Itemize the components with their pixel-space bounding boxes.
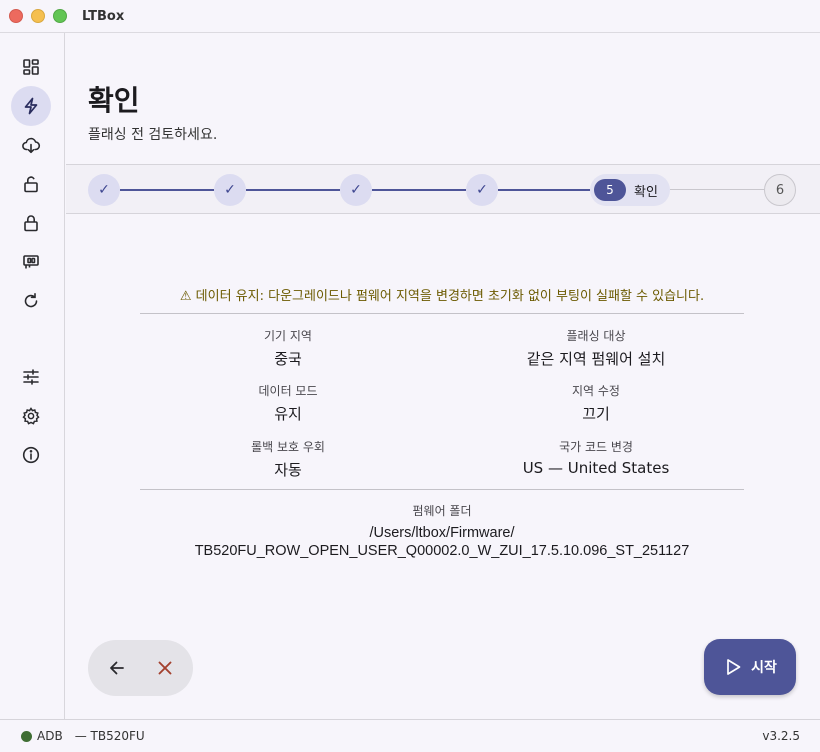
window-controls xyxy=(9,9,67,23)
region-fix-field: 지역 수정 끄기 xyxy=(446,382,746,424)
unlock-icon xyxy=(24,176,38,193)
sidebar-item-sim[interactable] xyxy=(11,242,51,282)
divider xyxy=(140,313,744,314)
field-label: 국가 코드 변경 xyxy=(559,440,633,454)
field-label: 기기 지역 xyxy=(264,329,312,343)
sidebar-item-refresh[interactable] xyxy=(11,281,51,321)
close-icon xyxy=(158,661,172,675)
play-icon xyxy=(727,659,741,675)
lock-icon xyxy=(24,215,38,232)
step-label: 확인 xyxy=(634,184,658,200)
step-4-complete[interactable]: ✓ xyxy=(466,174,498,206)
sidebar-item-unlock[interactable] xyxy=(11,164,51,204)
info-icon xyxy=(22,446,40,464)
sidebar-item-lock[interactable] xyxy=(11,203,51,243)
arrow-left-icon xyxy=(110,661,124,675)
field-label: 플래싱 대상 xyxy=(566,329,626,343)
step-connector xyxy=(246,189,340,191)
field-value: 끄기 xyxy=(582,405,610,423)
window-title: LTBox xyxy=(82,8,125,24)
firmware-path: /Users/ltbox/Firmware/ TB520FU_ROW_OPEN_… xyxy=(140,524,744,560)
divider xyxy=(140,489,744,490)
field-label: 지역 수정 xyxy=(572,384,620,398)
field-value: US — United States xyxy=(522,459,670,477)
firmware-path-line-2: TB520FU_ROW_OPEN_USER_Q00002.0_W_ZUI_17.… xyxy=(194,543,690,559)
data-mode-field: 데이터 모드 유지 xyxy=(138,382,438,424)
sidebar-item-dashboard[interactable] xyxy=(11,47,51,87)
page-title: 확인 xyxy=(88,84,140,117)
tune-icon xyxy=(23,369,39,385)
cloud-download-icon xyxy=(22,137,41,154)
field-label: 펌웨어 폴더 xyxy=(412,504,472,518)
field-value: 같은 지역 펌웨어 설치 xyxy=(526,350,666,368)
field-value: 중국 xyxy=(274,350,302,368)
rollback-field: 롤백 보호 우회 자동 xyxy=(138,438,438,480)
back-button[interactable] xyxy=(97,648,137,688)
flash-target-field: 플래싱 대상 같은 지역 펌웨어 설치 xyxy=(446,327,746,369)
sidebar-item-settings[interactable] xyxy=(11,396,51,436)
maximize-window-button[interactable] xyxy=(53,9,67,23)
title-bar: LTBox xyxy=(0,0,820,33)
close-window-button[interactable] xyxy=(9,9,23,23)
cancel-button[interactable] xyxy=(145,648,185,688)
stepper: ✓ ✓ ✓ ✓ 5 확인 6 xyxy=(66,164,820,214)
start-button[interactable]: 시작 xyxy=(704,639,796,695)
country-code-field: 국가 코드 변경 US — United States xyxy=(446,438,746,477)
field-label: 롤백 보호 우회 xyxy=(251,440,325,454)
sim-card-icon xyxy=(23,255,39,269)
step-2-complete[interactable]: ✓ xyxy=(214,174,246,206)
step-5-active: 5 확인 xyxy=(590,174,670,206)
device-region-field: 기기 지역 중국 xyxy=(138,327,438,369)
start-label: 시작 xyxy=(751,660,777,676)
step-6-pending: 6 xyxy=(764,174,796,206)
device-label: — TB520FU xyxy=(74,729,145,743)
status-bar: ADB — TB520FU v3.2.5 xyxy=(0,719,820,752)
version-label: v3.2.5 xyxy=(762,729,800,743)
firmware-path-line-1: /Users/ltbox/Firmware/ xyxy=(369,525,515,541)
dashboard-icon xyxy=(23,59,39,75)
field-value: 자동 xyxy=(274,461,302,479)
step-connector xyxy=(498,189,590,191)
flash-icon xyxy=(24,97,38,115)
step-number: 5 xyxy=(594,179,626,201)
step-connector xyxy=(120,189,214,191)
sidebar-item-info[interactable] xyxy=(11,435,51,475)
gear-icon xyxy=(22,407,40,425)
sidebar-item-tune[interactable] xyxy=(11,357,51,397)
adb-status-indicator xyxy=(21,730,32,742)
step-connector xyxy=(372,189,466,191)
step-connector-pending xyxy=(670,189,764,190)
field-label: 데이터 모드 xyxy=(258,384,318,398)
page-subtitle: 플래싱 전 검토하세요. xyxy=(88,127,218,143)
data-warning: ⚠ 데이터 유지: 다운그레이드나 펌웨어 지역을 변경하면 초기화 없이 부팅… xyxy=(179,289,705,304)
minimize-window-button[interactable] xyxy=(31,9,45,23)
step-3-complete[interactable]: ✓ xyxy=(340,174,372,206)
firmware-folder-field: 펌웨어 폴더 /Users/ltbox/Firmware/ TB520FU_RO… xyxy=(140,502,744,560)
step-1-complete[interactable]: ✓ xyxy=(88,174,120,206)
sidebar-item-download[interactable] xyxy=(11,125,51,165)
sidebar-item-flash[interactable] xyxy=(11,86,51,126)
refresh-icon xyxy=(24,293,38,308)
sidebar xyxy=(0,33,65,719)
field-value: 유지 xyxy=(274,405,302,423)
adb-label: ADB xyxy=(37,729,63,743)
main-content: 확인 플래싱 전 검토하세요. ✓ ✓ ✓ ✓ 5 확인 6 ⚠ 데이터 유지:… xyxy=(66,33,820,719)
nav-action-group xyxy=(88,640,193,696)
